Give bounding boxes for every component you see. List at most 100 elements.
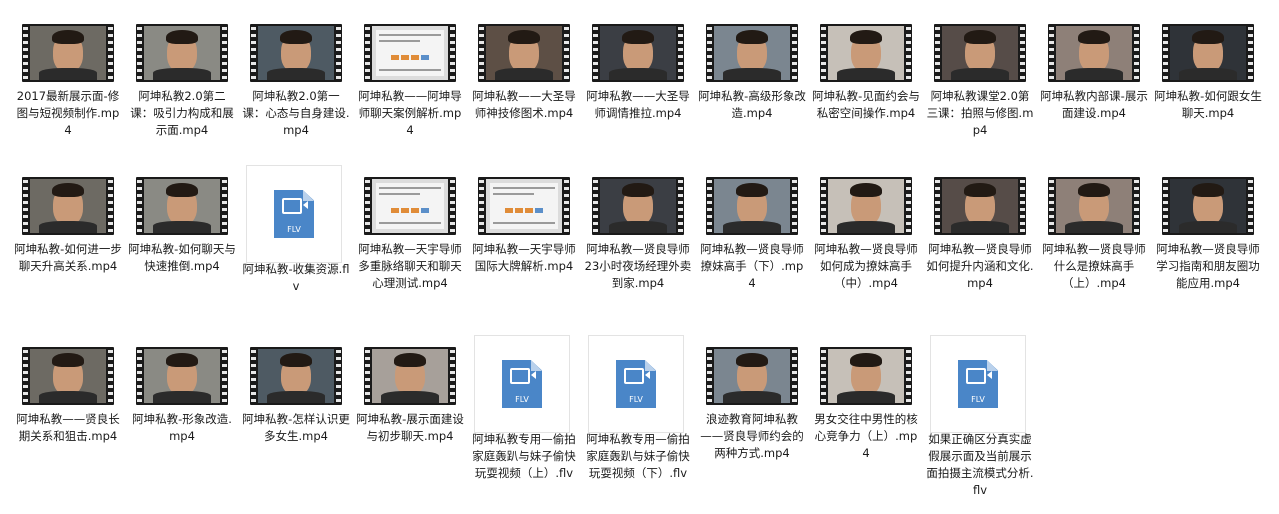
file-item[interactable]: 阿坤私教—天宇导师 多重脉络聊天和聊天心理测试.mp4	[356, 165, 464, 335]
file-item[interactable]: 阿坤私教——大圣导师调情推拉.mp4	[584, 12, 692, 182]
file-name-label: 阿坤私教课堂2.0第三课：拍照与修图.mp4	[926, 89, 1034, 137]
file-item[interactable]: 阿坤私教-形象改造.mp4	[128, 335, 236, 505]
file-item[interactable]: 阿坤私教—贤良导师如何提升内涵和文化.mp4	[926, 165, 1034, 335]
video-thumbnail	[474, 165, 574, 237]
video-thumbnail	[132, 12, 232, 84]
filmstrip-icon	[250, 347, 342, 405]
file-name-label: 阿坤私教——大圣导师调情推拉.mp4	[586, 89, 690, 120]
file-item[interactable]: 阿坤私教——大圣导师神技修图术.mp4	[470, 12, 578, 182]
video-file-icon: FLV	[246, 165, 342, 263]
file-item[interactable]: 阿坤私教-如何聊天与快速推倒.mp4	[128, 165, 236, 335]
file-name-label: 阿坤私教-如何聊天与快速推倒.mp4	[128, 242, 236, 273]
file-item[interactable]: 阿坤私教-见面约会与私密空间操作.mp4	[812, 12, 920, 182]
file-item[interactable]: 阿坤私教-高级形象改造.mp4	[698, 12, 806, 182]
video-thumbnail	[702, 12, 802, 84]
file-name-label: 阿坤私教-收集资源.flv	[242, 262, 350, 293]
file-item[interactable]: 阿坤私教—贤良导师23小时夜场经理外卖到家.mp4	[584, 165, 692, 335]
filmstrip-icon	[1162, 24, 1254, 82]
file-item[interactable]: 阿坤私教2.0第一课：心态与自身建设.mp4	[242, 12, 350, 182]
file-item[interactable]: 阿坤私教-如何进一步聊天升高关系.mp4	[14, 165, 122, 335]
file-name-label: 阿坤私教—天宇导师 多重脉络聊天和聊天心理测试.mp4	[358, 242, 462, 290]
file-name-label: 阿坤私教—贤良导师如何成为撩妹高手（中）.mp4	[814, 242, 918, 290]
file-item[interactable]: 阿坤私教2.0第二课：吸引力构成和展示面.mp4	[128, 12, 236, 182]
file-name-label: 阿坤私教-见面约会与私密空间操作.mp4	[812, 89, 920, 120]
video-thumbnail	[1044, 165, 1144, 237]
filmstrip-icon	[706, 24, 798, 82]
file-item[interactable]: FLV 阿坤私教专用—偷拍家庭轰趴与妹子偷快玩耍视频（下）.flv	[584, 335, 692, 505]
file-extension-label: FLV	[971, 395, 985, 404]
file-item[interactable]: 阿坤私教-如何跟女生聊天.mp4	[1154, 12, 1262, 182]
video-thumbnail	[246, 12, 346, 84]
video-thumbnail	[1158, 165, 1258, 237]
video-thumbnail	[702, 335, 802, 407]
video-file-icon: FLV	[474, 335, 570, 433]
file-item[interactable]: 阿坤私教—贤良导师学习指南和朋友圈功能应用.mp4	[1154, 165, 1262, 335]
file-item[interactable]: 男女交往中男性的核心竞争力（上）.mp4	[812, 335, 920, 505]
file-item[interactable]: 阿坤私教—天宇导师国际大牌解析.mp4	[470, 165, 578, 335]
filmstrip-icon	[934, 177, 1026, 235]
video-thumbnail	[1044, 12, 1144, 84]
video-thumbnail	[816, 335, 916, 407]
camera-icon	[510, 368, 536, 384]
filmstrip-icon	[1048, 177, 1140, 235]
camera-icon	[624, 368, 650, 384]
filmstrip-icon	[934, 24, 1026, 82]
filmstrip-icon	[364, 177, 456, 235]
file-item[interactable]: FLV 阿坤私教专用—偷拍家庭轰趴与妹子偷快玩耍视频（上）.flv	[470, 335, 578, 505]
file-item[interactable]: 阿坤私教-怎样认识更多女生.mp4	[242, 335, 350, 505]
video-thumbnail	[360, 165, 460, 237]
video-thumbnail	[360, 12, 460, 84]
camera-icon	[966, 368, 992, 384]
file-item[interactable]: 2017最新展示面-修图与短视频制作.mp4	[14, 12, 122, 182]
filmstrip-icon	[136, 177, 228, 235]
video-thumbnail	[930, 12, 1030, 84]
filmstrip-icon	[136, 347, 228, 405]
video-thumbnail	[18, 12, 118, 84]
file-name-label: 阿坤私教—贤良导师23小时夜场经理外卖到家.mp4	[584, 242, 692, 290]
file-item[interactable]: 阿坤私教—贤良导师撩妹高手（下）.mp4	[698, 165, 806, 335]
file-item[interactable]: FLV 阿坤私教-收集资源.flv	[242, 165, 350, 335]
file-item[interactable]: 阿坤私教课堂2.0第三课：拍照与修图.mp4	[926, 12, 1034, 182]
file-item[interactable]: FLV 如果正确区分真实虚假展示面及当前展示面拍摄主流模式分析.flv	[926, 335, 1034, 505]
file-name-label: 阿坤私教—贤良导师撩妹高手（下）.mp4	[700, 242, 804, 290]
file-name-label: 阿坤私教—贤良导师学习指南和朋友圈功能应用.mp4	[1156, 242, 1260, 290]
file-name-label: 阿坤私教专用—偷拍家庭轰趴与妹子偷快玩耍视频（下）.flv	[586, 432, 690, 480]
filmstrip-icon	[478, 24, 570, 82]
file-name-label: 阿坤私教——阿坤导师聊天案例解析.mp4	[358, 89, 462, 137]
video-file-icon: FLV	[588, 335, 684, 433]
file-item[interactable]: 阿坤私教——贤良长期关系和狙击.mp4	[14, 335, 122, 505]
file-name-label: 阿坤私教2.0第二课：吸引力构成和展示面.mp4	[130, 89, 234, 137]
file-item[interactable]: 阿坤私教—贤良导师如何成为撩妹高手（中）.mp4	[812, 165, 920, 335]
filmstrip-icon	[364, 347, 456, 405]
file-name-label: 阿坤私教-如何跟女生聊天.mp4	[1154, 89, 1262, 120]
filmstrip-icon	[364, 24, 456, 82]
filmstrip-icon	[22, 347, 114, 405]
file-item[interactable]: 阿坤私教——阿坤导师聊天案例解析.mp4	[356, 12, 464, 182]
filmstrip-icon	[706, 177, 798, 235]
filmstrip-icon	[592, 24, 684, 82]
filmstrip-icon	[22, 24, 114, 82]
file-item[interactable]: 阿坤私教—贤良导师什么是撩妹高手（上）.mp4	[1040, 165, 1148, 335]
file-item[interactable]: 阿坤私教内部课-展示面建设.mp4	[1040, 12, 1148, 182]
video-thumbnail	[588, 165, 688, 237]
filmstrip-icon	[22, 177, 114, 235]
file-extension-label: FLV	[515, 395, 529, 404]
video-thumbnail	[360, 335, 460, 407]
file-item[interactable]: 阿坤私教-展示面建设与初步聊天.mp4	[356, 335, 464, 505]
file-name-label: 阿坤私教—贤良导师什么是撩妹高手（上）.mp4	[1042, 242, 1146, 290]
filmstrip-icon	[820, 24, 912, 82]
video-thumbnail	[18, 165, 118, 237]
video-thumbnail	[816, 12, 916, 84]
video-thumbnail	[474, 12, 574, 84]
video-thumbnail	[588, 12, 688, 84]
file-name-label: 阿坤私教-高级形象改造.mp4	[698, 89, 806, 120]
file-name-label: 阿坤私教内部课-展示面建设.mp4	[1040, 89, 1148, 120]
filmstrip-icon	[1162, 177, 1254, 235]
file-extension-label: FLV	[287, 225, 301, 234]
filmstrip-icon	[592, 177, 684, 235]
filmstrip-icon	[1048, 24, 1140, 82]
file-name-label: 阿坤私教-展示面建设与初步聊天.mp4	[356, 412, 464, 443]
file-name-label: 阿坤私教—贤良导师如何提升内涵和文化.mp4	[926, 242, 1034, 290]
video-thumbnail	[18, 335, 118, 407]
file-item[interactable]: 浪迹教育阿坤私教——贤良导师约会的两种方式.mp4	[698, 335, 806, 505]
